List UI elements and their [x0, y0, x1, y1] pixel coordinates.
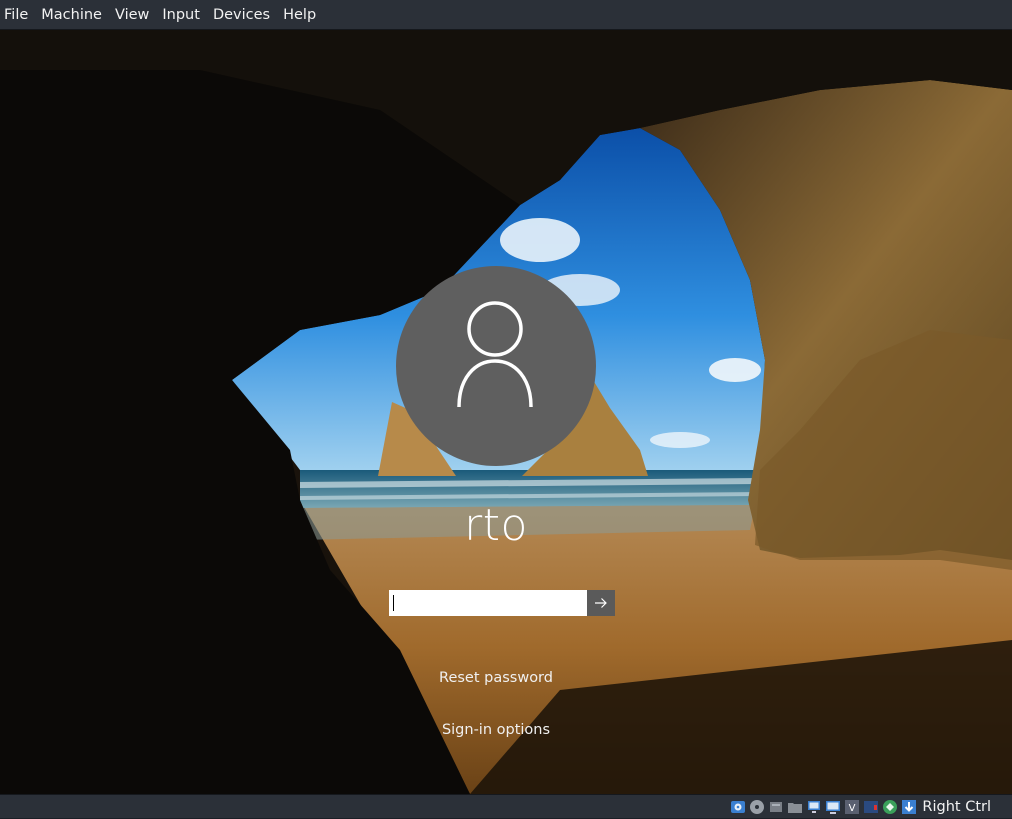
menu-input[interactable]: Input — [158, 0, 208, 30]
password-row — [389, 590, 615, 616]
keyboard-icon[interactable] — [901, 799, 917, 815]
username-label: rto — [464, 500, 528, 551]
user-icon — [457, 301, 533, 408]
svg-text:V: V — [849, 803, 856, 814]
shared-folders-icon[interactable] — [787, 799, 803, 815]
menu-help[interactable]: Help — [279, 0, 324, 30]
hard-disk-icon[interactable] — [730, 799, 746, 815]
status-tray: V Right Ctrl — [730, 795, 1012, 819]
text-caret — [393, 595, 394, 611]
vm-menubar: File Machine View Input Devices Help — [0, 0, 1012, 30]
network-icon[interactable] — [806, 799, 822, 815]
cpu-icon[interactable] — [863, 799, 879, 815]
submit-button[interactable] — [587, 590, 615, 616]
recording-icon[interactable]: V — [844, 799, 860, 815]
arrow-right-icon — [595, 598, 607, 608]
host-key-label: Right Ctrl — [922, 799, 991, 815]
menu-machine[interactable]: Machine — [37, 0, 110, 30]
menu-devices[interactable]: Devices — [209, 0, 278, 30]
mouse-integration-icon[interactable] — [882, 799, 898, 815]
menu-view[interactable]: View — [111, 0, 157, 30]
optical-drive-icon[interactable] — [749, 799, 765, 815]
reset-password-link[interactable]: Reset password — [346, 670, 646, 686]
vm-screen[interactable]: rto Reset password Sign-in options — [0, 30, 1012, 794]
signin-options-link[interactable]: Sign-in options — [346, 722, 646, 738]
password-field[interactable] — [389, 590, 587, 616]
display-icon[interactable] — [825, 799, 841, 815]
menu-file[interactable]: File — [0, 0, 36, 30]
audio-icon[interactable] — [768, 799, 784, 815]
vm-statusbar: V Right Ctrl — [0, 794, 1012, 818]
user-avatar — [396, 266, 596, 466]
